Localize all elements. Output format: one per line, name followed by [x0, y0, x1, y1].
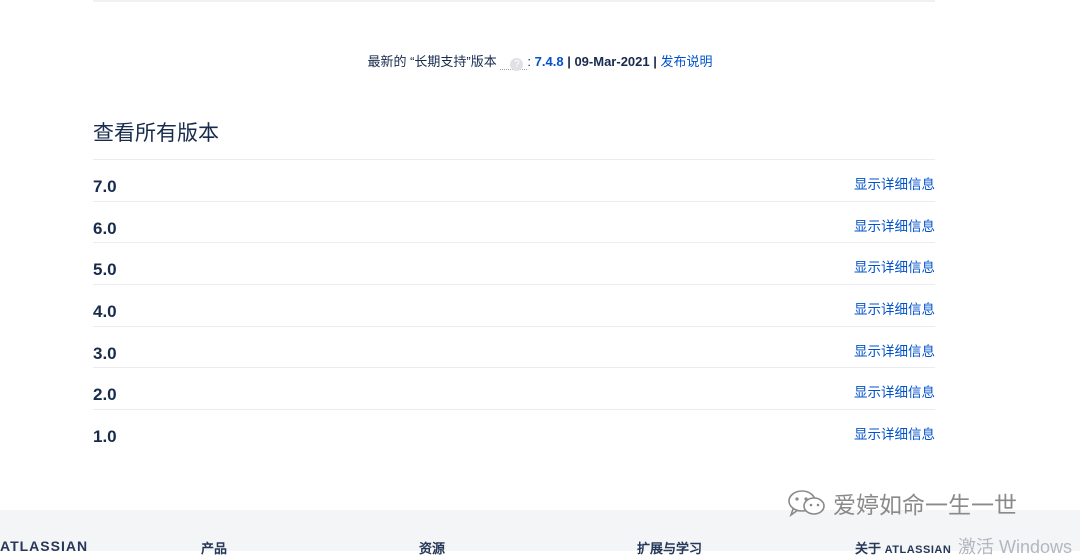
- lts-separator: |: [567, 54, 571, 69]
- lts-date: 09-Mar-2021: [574, 54, 650, 69]
- version-row: 4.0 显示详细信息: [93, 284, 935, 326]
- activate-windows-text: 激活 Windows: [958, 537, 1073, 557]
- version-row: 1.0 显示详细信息: [93, 409, 935, 451]
- top-divider: [93, 0, 935, 2]
- version-row: 2.0 显示详细信息: [93, 367, 935, 409]
- show-details-link[interactable]: 显示详细信息: [854, 256, 935, 276]
- footer-expand-learn[interactable]: 扩展与学习: [637, 538, 702, 557]
- version-row: 7.0 显示详细信息: [93, 159, 935, 201]
- help-icon[interactable]: ?: [510, 58, 524, 71]
- version-number: 4.0: [93, 302, 117, 322]
- footer-about[interactable]: 关于 ATLASSIAN: [855, 538, 951, 557]
- version-number: 1.0: [93, 427, 117, 447]
- all-versions-title: 查看所有版本: [93, 122, 219, 145]
- footer-about-prefix: 关于: [855, 541, 882, 556]
- wechat-icon: [788, 490, 825, 517]
- version-number: 2.0: [93, 385, 117, 405]
- watermark-text: 爱婷如命一生一世: [833, 492, 1017, 518]
- version-row: 6.0 显示详细信息: [93, 200, 935, 243]
- lts-separator: |: [653, 54, 657, 69]
- version-number: 5.0: [93, 260, 117, 280]
- show-details-link[interactable]: 显示详细信息: [854, 173, 935, 193]
- footer-products[interactable]: 产品: [201, 538, 227, 557]
- version-number: 3.0: [93, 343, 117, 363]
- version-number: 7.0: [93, 177, 117, 196]
- version-row: 5.0 显示详细信息: [93, 242, 935, 284]
- show-details-link[interactable]: 显示详细信息: [854, 215, 935, 235]
- show-details-link[interactable]: 显示详细信息: [854, 340, 935, 360]
- show-details-link[interactable]: 显示详细信息: [854, 423, 935, 443]
- version-row: 3.0 显示详细信息: [93, 325, 935, 368]
- lts-help-wrap[interactable]: ?: [500, 54, 528, 71]
- footer-resources[interactable]: 资源: [419, 538, 445, 557]
- watermark: 爱婷如命一生一世: [787, 486, 1017, 520]
- release-notes-link[interactable]: 发布说明: [661, 54, 713, 69]
- lts-version: 7.4.8: [534, 54, 564, 69]
- version-list: 7.0 显示详细信息 6.0 显示详细信息 5.0 显示详细信息 4.0 显示详…: [93, 159, 935, 451]
- footer-about-brand: ATLASSIAN: [884, 544, 952, 556]
- lts-label: 最新的 “长期支持”版本: [367, 54, 497, 69]
- lts-colon: :: [527, 54, 532, 69]
- atlassian-logo[interactable]: ATLASSIAN: [0, 538, 88, 554]
- show-details-link[interactable]: 显示详细信息: [854, 298, 935, 318]
- show-details-link[interactable]: 显示详细信息: [854, 381, 935, 401]
- version-number: 6.0: [93, 218, 117, 238]
- lts-info: 最新的 “长期支持”版本 ?: 7.4.8 | 09-Mar-2021 | 发布…: [0, 51, 1080, 71]
